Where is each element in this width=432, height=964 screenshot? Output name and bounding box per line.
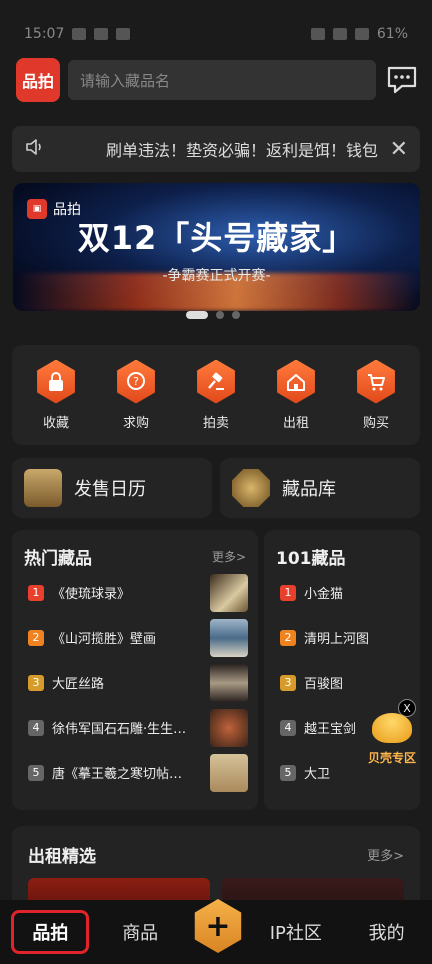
carousel-dot <box>232 311 240 319</box>
gavel-icon <box>197 359 235 404</box>
float-label: 贝壳专区 <box>367 751 416 765</box>
shell-icon <box>372 713 412 743</box>
gallery-icon <box>116 28 131 40</box>
lock-icon <box>37 359 75 404</box>
section-title: 出租精选 <box>28 847 96 867</box>
item-name: 大匠丝路 <box>52 677 105 692</box>
collection-library-card[interactable]: 藏品库 <box>220 458 420 518</box>
item-name: 徐伟军国石石雕·生生… <box>52 722 187 737</box>
close-icon[interactable]: ✕ <box>390 137 408 162</box>
app-icon <box>94 28 109 40</box>
top-101-panel: 101藏品 1 小金猫 2 清明上河图 3 百骏图 4 越王宝剑 5 大卫 <box>264 530 420 810</box>
battery-level: 61% <box>376 26 408 42</box>
search-input[interactable]: 请输入藏品名 <box>68 60 376 100</box>
list-item[interactable]: 4 徐伟军国石石雕·生生… <box>12 705 258 750</box>
tab-goods[interactable]: 商品 <box>100 919 180 945</box>
item-thumbnail <box>210 618 248 657</box>
panel-title: 101藏品 <box>276 548 346 569</box>
item-name: 《山河揽胜》壁画 <box>52 632 157 647</box>
speaker-icon <box>24 136 46 162</box>
tab-mine[interactable]: 我的 <box>347 919 427 945</box>
card-label: 藏品库 <box>282 479 336 500</box>
message-icon[interactable] <box>384 62 420 98</box>
question-bubble-icon: ? <box>117 359 155 404</box>
list-item[interactable]: 5 唐《摹王羲之寒切帖… <box>12 750 258 795</box>
status-bar: 15:07 61% <box>0 0 432 52</box>
rank-badge: 4 <box>280 719 296 736</box>
clock: 15:07 <box>24 26 65 42</box>
release-calendar-card[interactable]: 发售日历 <box>12 458 212 518</box>
quick-action-collect[interactable]: 收藏 <box>21 359 91 431</box>
tab-home[interactable]: 品拍 <box>11 910 90 954</box>
feature-cards: 发售日历 藏品库 <box>12 458 420 518</box>
quick-actions: 收藏 ? 求购 拍卖 出租 购买 <box>12 345 420 445</box>
notice-text: 刷单违法！垫资必骗！返利是饵！钱包 <box>106 141 378 160</box>
signal-icon <box>332 28 347 40</box>
more-link[interactable]: 更多> <box>212 548 246 565</box>
carousel-dot-active <box>186 311 208 319</box>
house-icon <box>277 359 315 404</box>
quick-action-buy[interactable]: 购买 <box>341 359 411 431</box>
list-item[interactable]: 2 《山河揽胜》壁画 <box>12 615 258 660</box>
list-item[interactable]: 1 《使琉球录》 <box>12 570 258 615</box>
calendar-icon <box>24 469 62 507</box>
add-button[interactable]: + <box>194 899 242 953</box>
quick-action-label: 拍卖 <box>202 415 229 431</box>
item-name: 《使琉球录》 <box>52 587 131 602</box>
item-name: 小金猫 <box>304 587 344 602</box>
item-thumbnail <box>210 663 248 702</box>
rank-badge: 1 <box>28 584 44 601</box>
alarm-icon <box>310 28 325 40</box>
svg-text:?: ? <box>133 375 139 388</box>
promo-banner[interactable]: ▣ 品拍 双12「头号藏家」 -争霸赛正式开赛- <box>13 183 420 311</box>
carousel-dot <box>216 311 224 319</box>
cart-icon <box>357 359 395 404</box>
quick-action-rent[interactable]: 出租 <box>261 359 331 431</box>
quick-action-label: 购买 <box>362 415 389 431</box>
collection-icon <box>232 469 270 507</box>
item-thumbnail <box>210 573 248 612</box>
quick-action-auction[interactable]: 拍卖 <box>181 359 251 431</box>
rank-badge: 3 <box>280 674 296 691</box>
list-item[interactable]: 3 大匠丝路 <box>12 660 258 705</box>
item-thumbnail <box>210 708 248 747</box>
notice-bar[interactable]: 刷单违法！垫资必骗！返利是饵！钱包 ✕ <box>12 126 420 172</box>
rank-badge: 5 <box>28 764 44 781</box>
panel-title: 热门藏品 <box>24 548 92 569</box>
tab-ip-community[interactable]: IP社区 <box>256 919 336 945</box>
item-name: 百骏图 <box>304 677 344 692</box>
rank-badge: 2 <box>280 629 296 646</box>
search-row: 品拍 请输入藏品名 <box>16 56 420 104</box>
hot-collections-panel: 热门藏品 更多> 1 《使琉球录》 2 《山河揽胜》壁画 3 大匠丝路 4 徐伟… <box>12 530 258 810</box>
banner-subheadline: -争霸赛正式开赛- <box>162 268 271 284</box>
app-logo: 品拍 <box>16 58 60 102</box>
quick-action-label: 收藏 <box>42 415 69 431</box>
notification-icon <box>72 28 87 40</box>
item-thumbnail <box>210 753 248 792</box>
quick-action-label: 出租 <box>282 415 309 431</box>
banner-headline: 双12「头号藏家」 <box>77 219 356 257</box>
bottom-tab-bar: 品拍 商品 + IP社区 我的 <box>0 899 432 964</box>
rank-badge: 3 <box>28 674 44 691</box>
list-item[interactable]: 2 清明上河图 <box>264 615 420 660</box>
rank-badge: 5 <box>280 764 296 781</box>
item-name: 唐《摹王羲之寒切帖… <box>52 767 183 782</box>
rank-badge: 2 <box>28 629 44 646</box>
list-item[interactable]: 3 百骏图 <box>264 660 420 705</box>
rank-badge: 1 <box>280 584 296 601</box>
rank-badge: 4 <box>28 719 44 736</box>
carousel-indicator <box>186 311 240 319</box>
quick-action-wanted[interactable]: ? 求购 <box>101 359 171 431</box>
shell-zone-float-button[interactable]: X 贝壳专区 <box>360 699 420 765</box>
wifi-icon <box>354 28 369 40</box>
list-item[interactable]: 1 小金猫 <box>264 570 420 615</box>
search-placeholder: 请输入藏品名 <box>80 71 171 90</box>
item-name: 清明上河图 <box>304 632 370 647</box>
quick-action-label: 求购 <box>122 415 149 431</box>
card-label: 发售日历 <box>74 479 146 500</box>
more-link[interactable]: 更多> <box>367 845 404 864</box>
